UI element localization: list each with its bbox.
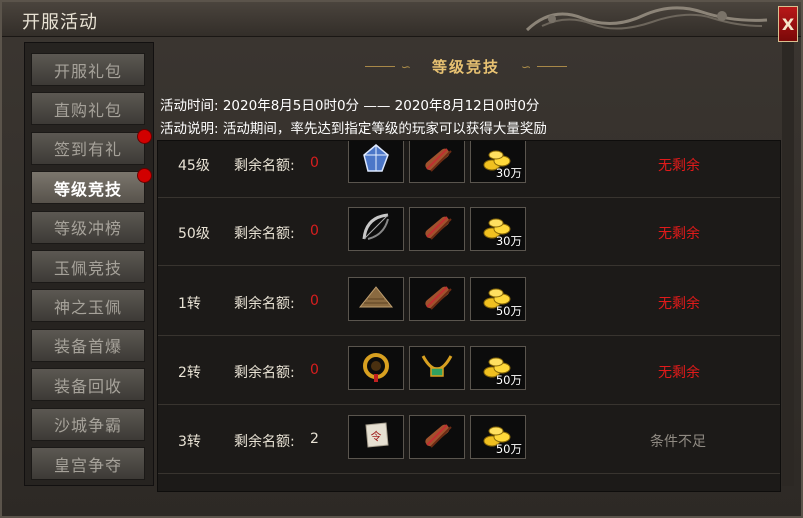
sidebar-tab[interactable]: 玉佩竞技 bbox=[31, 250, 145, 283]
quota-label: 剩余名额: bbox=[234, 158, 295, 174]
sidebar-tab-label: 装备首爆 bbox=[53, 337, 122, 357]
claim-status: 无剩余 bbox=[658, 158, 700, 174]
sidebar-tab-label: 玉佩竞技 bbox=[53, 258, 122, 278]
quota-value: 0 bbox=[310, 155, 319, 171]
svg-text:令: 令 bbox=[371, 429, 382, 443]
dragon-ornament-icon bbox=[525, 6, 768, 32]
item-quantity: 30万 bbox=[495, 234, 522, 248]
activity-time: 活动时间: 2020年8月5日0时0分 —— 2020年8月12日0时0分 bbox=[160, 98, 540, 114]
quota-value: 2 bbox=[310, 431, 319, 447]
reward-item-slot[interactable] bbox=[348, 207, 404, 251]
quota-value: 0 bbox=[310, 223, 319, 239]
sidebar-tab-label: 直购礼包 bbox=[53, 100, 122, 120]
reward-item-slot[interactable] bbox=[409, 277, 465, 321]
panel-heading-text: 等级竞技 bbox=[431, 58, 500, 76]
reward-item-slot[interactable] bbox=[409, 346, 465, 390]
item-quantity: 30万 bbox=[495, 166, 522, 180]
scrollbar[interactable] bbox=[782, 42, 794, 486]
reward-list[interactable]: 45级 剩余名额: 0 30万 无剩余 50级 剩余名额: 0 30万 无剩余 1转 剩余名额: 0 50… bbox=[157, 140, 781, 492]
reward-item-slot[interactable]: 50万 bbox=[470, 346, 526, 390]
sidebar-tab-label: 神之玉佩 bbox=[53, 297, 122, 317]
scroll-icon bbox=[417, 417, 457, 457]
gold-ring-icon bbox=[356, 348, 396, 388]
quota-value: 0 bbox=[310, 362, 319, 378]
row-level: 1转 bbox=[178, 296, 201, 312]
quota-label: 剩余名额: bbox=[234, 226, 295, 242]
reward-item-slot[interactable]: 50万 bbox=[470, 415, 526, 459]
sidebar-tab[interactable]: 开服礼包 bbox=[31, 53, 145, 86]
close-button[interactable]: X bbox=[778, 6, 798, 42]
quota-value: 0 bbox=[310, 293, 319, 309]
row-level: 45级 bbox=[178, 158, 210, 174]
reward-item-slot[interactable] bbox=[409, 415, 465, 459]
sidebar-tab-label: 等级竞技 bbox=[53, 179, 122, 199]
sidebar-tab-label: 装备回收 bbox=[53, 376, 122, 396]
reward-item-slot[interactable]: 50万 bbox=[470, 277, 526, 321]
claim-status: 无剩余 bbox=[658, 365, 700, 381]
claim-status: 无剩余 bbox=[658, 296, 700, 312]
reward-row: 45级 剩余名额: 0 30万 无剩余 bbox=[158, 141, 780, 198]
reward-row: 1转 剩余名额: 0 50万 无剩余 bbox=[158, 273, 780, 336]
sidebar-tab[interactable]: 神之玉佩 bbox=[31, 289, 145, 323]
sidebar-tab-label: 签到有礼 bbox=[53, 140, 122, 160]
sidebar-tab[interactable]: 皇宫争夺 bbox=[31, 447, 145, 480]
reward-row: 3转 剩余名额: 2 令 50万 条件不足 bbox=[158, 411, 780, 474]
claim-status: 条件不足 bbox=[650, 434, 706, 450]
reward-item-slot[interactable]: 30万 bbox=[470, 141, 526, 183]
reward-item-slot[interactable] bbox=[348, 346, 404, 390]
quota-label: 剩余名额: bbox=[234, 434, 295, 450]
item-quantity: 50万 bbox=[495, 373, 522, 387]
claim-status: 无剩余 bbox=[658, 226, 700, 242]
row-level: 3转 bbox=[178, 434, 201, 450]
level-competition-panel: ∽ 等级竞技 ∽ 活动时间: 2020年8月5日0时0分 —— 2020年8月1… bbox=[152, 42, 781, 492]
reward-row: 50级 剩余名额: 0 30万 无剩余 bbox=[158, 203, 780, 266]
sidebar-tab-label: 沙城争霸 bbox=[53, 416, 122, 436]
sidebar-tab-label: 等级冲榜 bbox=[53, 219, 122, 239]
notification-dot bbox=[137, 128, 152, 144]
row-level: 50级 bbox=[178, 226, 210, 242]
gold-necklace-icon bbox=[417, 348, 457, 388]
row-level: 2转 bbox=[178, 365, 201, 381]
sidebar-tab[interactable]: 签到有礼 bbox=[31, 128, 152, 165]
notification-dot bbox=[137, 168, 152, 184]
item-quantity: 50万 bbox=[495, 442, 522, 456]
sidebar-tab[interactable]: 装备首爆 bbox=[31, 328, 145, 362]
scroll-icon bbox=[417, 141, 457, 181]
reward-item-slot[interactable] bbox=[348, 277, 404, 321]
activity-description: 活动说明: 活动期间，率先达到指定等级的玩家可以获得大量奖励 bbox=[160, 121, 547, 137]
straw-hat-icon bbox=[356, 279, 396, 319]
quota-label: 剩余名额: bbox=[234, 365, 295, 381]
paper-note-icon: 令 bbox=[356, 417, 396, 457]
reward-row: 2转 剩余名额: 0 50万 无剩余 bbox=[158, 342, 780, 405]
activity-sidebar: 开服礼包直购礼包签到有礼等级竞技等级冲榜玉佩竞技神之玉佩装备首爆装备回收沙城争霸… bbox=[24, 42, 154, 486]
reward-item-slot[interactable]: 令 bbox=[348, 415, 404, 459]
sidebar-tab-label: 开服礼包 bbox=[53, 61, 122, 81]
sidebar-tab[interactable]: 等级冲榜 bbox=[31, 210, 145, 244]
sidebar-tab-label: 皇宫争夺 bbox=[53, 455, 122, 475]
reward-item-slot[interactable] bbox=[409, 207, 465, 251]
reward-item-slot[interactable] bbox=[409, 141, 465, 183]
sidebar-tab[interactable]: 等级竞技 bbox=[31, 168, 152, 205]
scroll-icon bbox=[417, 279, 457, 319]
reward-item-slot[interactable]: 30万 bbox=[470, 207, 526, 251]
window-title: 开服活动 bbox=[22, 12, 98, 33]
reward-item-slot[interactable] bbox=[348, 141, 404, 183]
panel-heading: ∽ 等级竞技 ∽ bbox=[152, 56, 780, 77]
blue-crystal-icon bbox=[356, 141, 396, 181]
sidebar-tab[interactable]: 沙城争霸 bbox=[31, 407, 145, 441]
quota-label: 剩余名额: bbox=[234, 296, 295, 312]
scroll-icon bbox=[417, 209, 457, 249]
sidebar-tab[interactable]: 装备回收 bbox=[31, 368, 145, 402]
title-bar[interactable]: 开服活动 X bbox=[2, 2, 801, 42]
item-quantity: 50万 bbox=[495, 304, 522, 318]
event-window: 开服活动 X 开服礼包 直购礼包 签到有礼 等级竞技 等级冲榜 玉佩竞技 神之玉佩 装备首爆装… bbox=[0, 0, 803, 518]
sidebar-tab[interactable]: 直购礼包 bbox=[31, 92, 145, 126]
bow-icon bbox=[356, 209, 396, 249]
